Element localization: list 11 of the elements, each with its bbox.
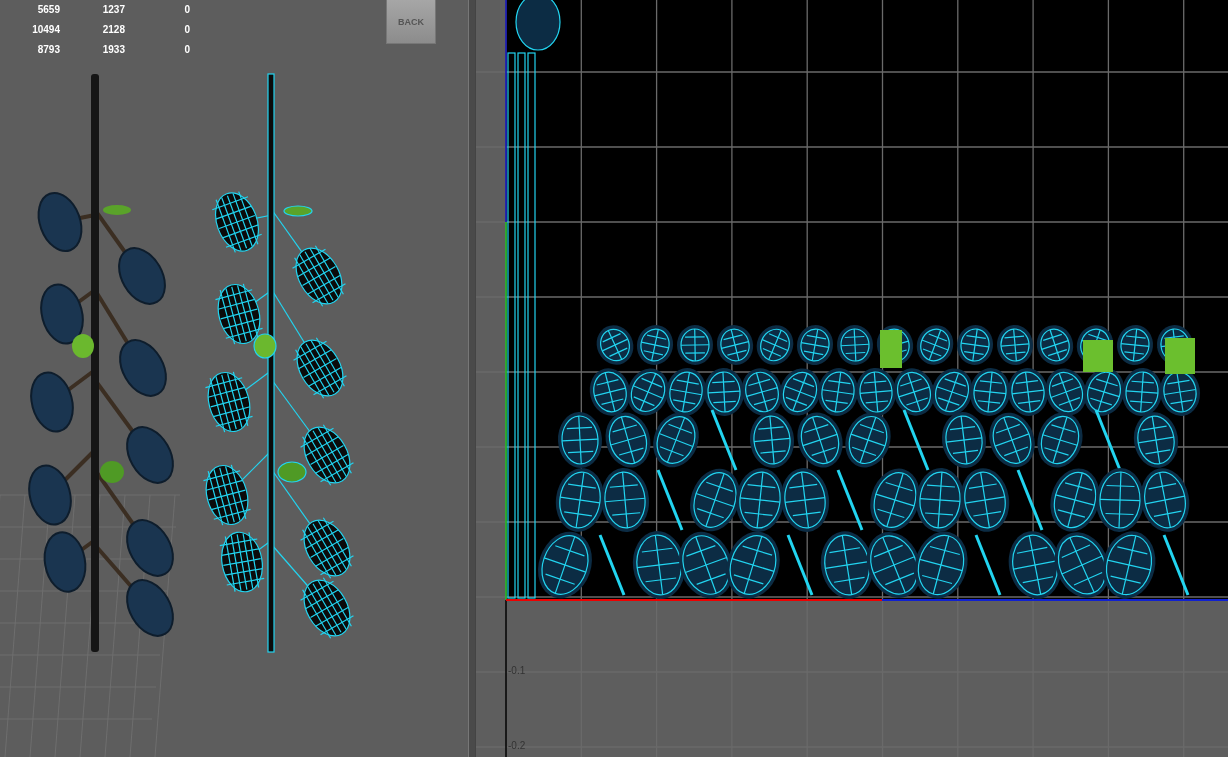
back-button[interactable]: BACK: [386, 0, 436, 44]
stat-value: 2128: [101, 23, 125, 37]
stat-value: 1933: [101, 43, 125, 57]
stat-value: 8793: [36, 43, 60, 57]
stat-value: 0: [183, 3, 190, 17]
stat-value: 10494: [31, 23, 60, 37]
panel-splitter[interactable]: [468, 0, 476, 757]
stat-value: 5659: [36, 3, 60, 17]
stat-value: 0: [183, 23, 190, 37]
stat-value: 1237: [101, 3, 125, 17]
stat-value: 0: [183, 43, 190, 57]
